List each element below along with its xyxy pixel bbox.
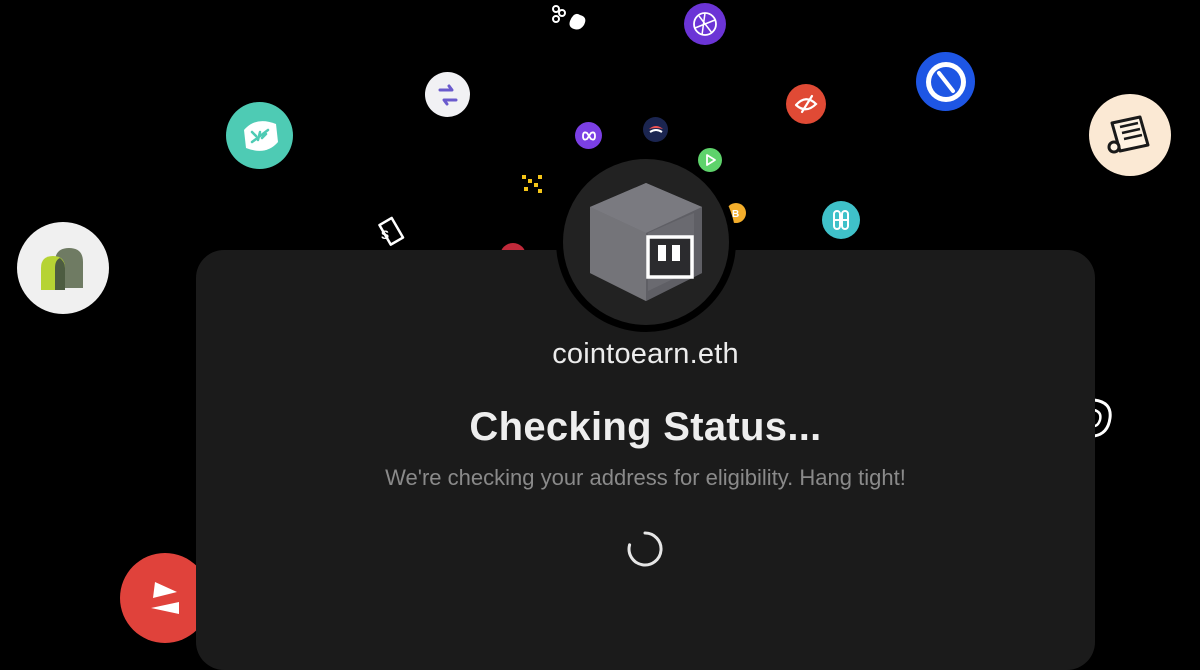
ens-name: cointoearn.eth — [552, 338, 739, 370]
cube-avatar-icon — [590, 183, 702, 301]
at-ring-icon — [1092, 398, 1112, 438]
pill-capsule-icon — [822, 201, 860, 239]
spiral-icon — [786, 84, 826, 124]
bull-icon — [643, 117, 668, 142]
scroll-document-icon — [1089, 94, 1171, 176]
play-icon — [698, 148, 722, 172]
infinity-link-icon — [575, 122, 602, 149]
status-title: Checking Status... — [469, 405, 822, 449]
globe-network-icon — [684, 3, 726, 45]
status-message: We're checking your address for eligibil… — [385, 465, 906, 490]
avatar — [563, 159, 729, 325]
pie-clock-icon — [916, 52, 975, 111]
svg-text:B: B — [732, 209, 739, 219]
island-leaf-icon — [226, 102, 293, 169]
svg-text:S: S — [381, 228, 389, 242]
avatar-ring — [556, 152, 736, 332]
arch-logo-icon — [17, 222, 109, 314]
ticket-icon: S — [372, 214, 408, 250]
chain-links-icon — [548, 3, 588, 33]
swap-arrows-icon — [425, 72, 470, 117]
dotted-x-icon — [519, 172, 545, 196]
loading-spinner-icon — [626, 530, 664, 568]
